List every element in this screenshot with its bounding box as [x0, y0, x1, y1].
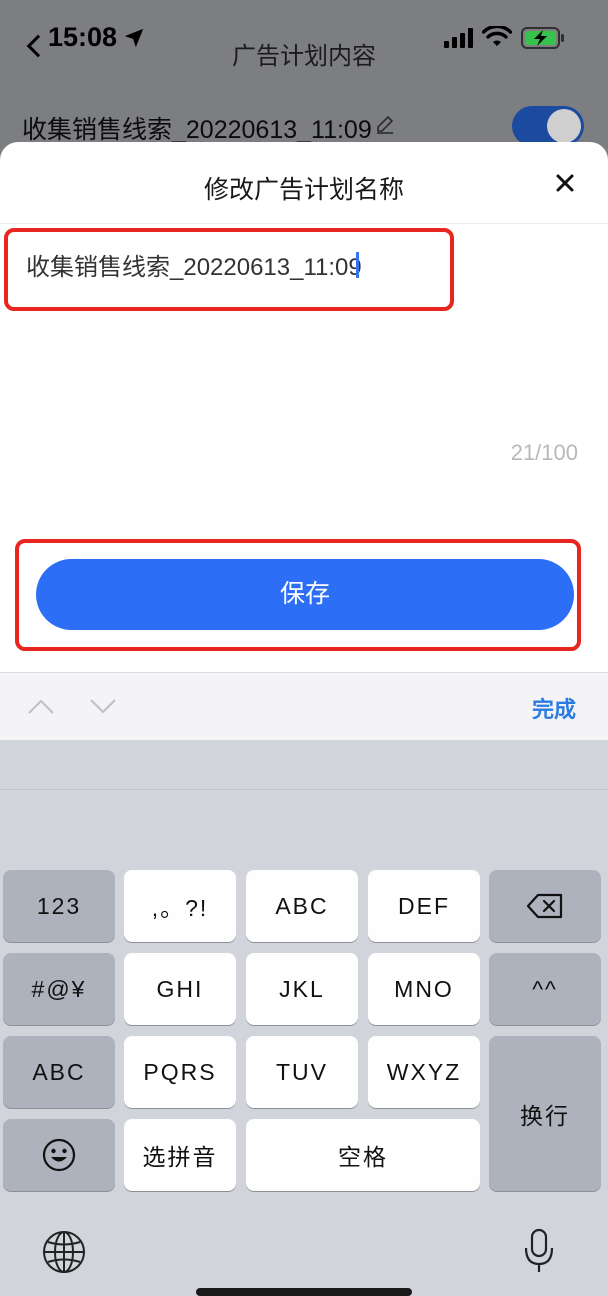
- globe-icon[interactable]: [42, 1230, 86, 1274]
- microphone-icon[interactable]: [522, 1228, 556, 1274]
- close-icon[interactable]: [552, 170, 578, 196]
- plan-name: 收集销售线索_20220613_11:09: [22, 116, 372, 144]
- key-abc-switch[interactable]: ABC: [3, 1036, 115, 1108]
- emoji-icon: [42, 1138, 76, 1172]
- key-emoticon[interactable]: ^^: [489, 953, 601, 1025]
- chevron-down-icon[interactable]: [90, 693, 116, 719]
- key-space[interactable]: 空格: [246, 1119, 480, 1191]
- key-wxyz[interactable]: WXYZ: [368, 1036, 480, 1108]
- pencil-icon[interactable]: [375, 114, 395, 134]
- key-jkl[interactable]: JKL: [246, 953, 358, 1025]
- home-indicator: [196, 1288, 412, 1296]
- candidate-strip: [0, 740, 608, 790]
- char-count: 21/100: [510, 440, 578, 465]
- plan-enable-toggle[interactable]: [512, 106, 584, 146]
- chevron-up-icon[interactable]: [28, 694, 54, 720]
- status-bar: 15:08 广告计划内容: [0, 0, 608, 80]
- key-return[interactable]: 换行: [489, 1036, 601, 1191]
- sheet-title: 修改广告计划名称: [203, 176, 404, 204]
- rename-sheet: 修改广告计划名称 21/100 保存: [0, 142, 608, 672]
- done-button[interactable]: 完成: [532, 692, 576, 724]
- key-pinyin[interactable]: 选拼音: [124, 1119, 236, 1191]
- key-abc[interactable]: ABC: [246, 870, 358, 942]
- key-punctuation[interactable]: ,。?!: [124, 870, 236, 942]
- nav-title: 广告计划内容: [232, 43, 376, 70]
- key-123[interactable]: 123: [3, 870, 115, 942]
- save-button[interactable]: 保存: [36, 559, 574, 630]
- sheet-divider: [0, 223, 608, 224]
- key-mno[interactable]: MNO: [368, 953, 480, 1025]
- key-tuv[interactable]: TUV: [246, 1036, 358, 1108]
- delete-icon: [526, 893, 563, 919]
- key-pqrs[interactable]: PQRS: [124, 1036, 236, 1108]
- key-emoji[interactable]: [3, 1119, 115, 1191]
- key-def[interactable]: DEF: [368, 870, 480, 942]
- key-delete[interactable]: [489, 870, 601, 942]
- input-highlight-box: [4, 228, 454, 311]
- toggle-knob: [547, 109, 581, 143]
- key-ghi[interactable]: GHI: [124, 953, 236, 1025]
- key-symbols[interactable]: #@¥: [3, 953, 115, 1025]
